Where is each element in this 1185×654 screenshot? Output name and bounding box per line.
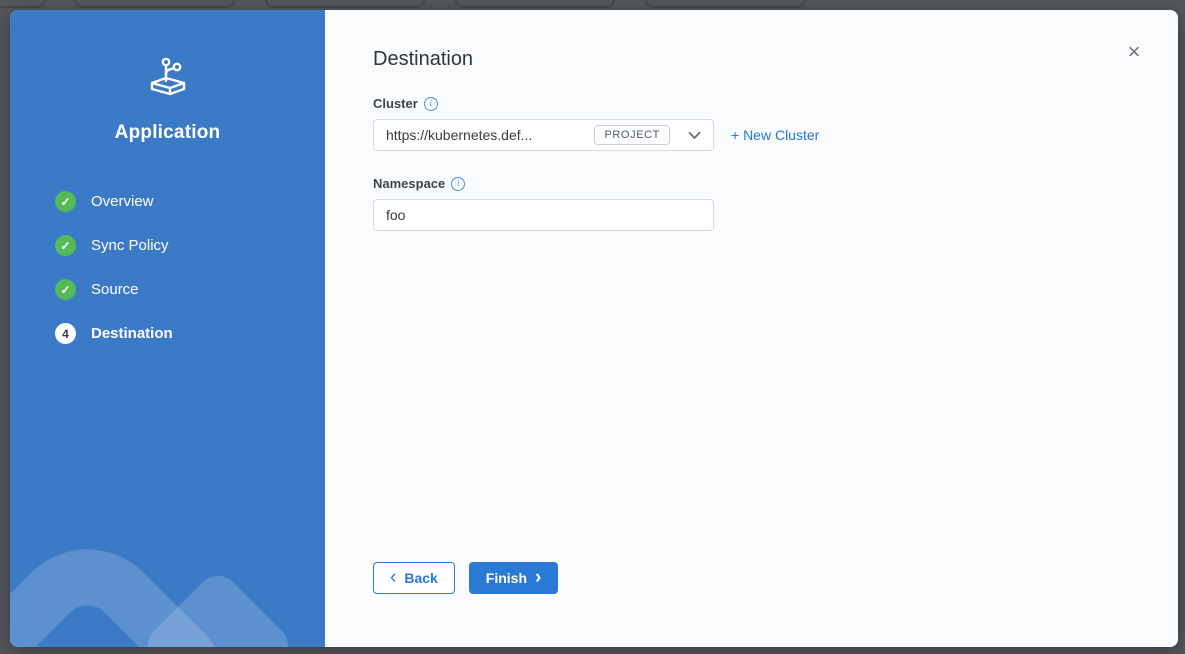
chevron-left-icon: ‹ — [390, 568, 396, 587]
close-button[interactable]: × — [1120, 38, 1148, 66]
close-icon: × — [1128, 39, 1141, 64]
wizard-sidebar: Application ✓ Overview ✓ Sync Policy ✓ S… — [10, 10, 325, 647]
page-title: Destination — [373, 48, 1130, 71]
step-number-badge: 4 — [55, 323, 76, 344]
cluster-select-value: https://kubernetes.def... — [386, 127, 594, 143]
check-icon: ✓ — [55, 235, 76, 256]
backdrop-tab — [0, 0, 45, 8]
cluster-label: Cluster — [373, 96, 418, 111]
new-cluster-link[interactable]: + New Cluster — [731, 127, 819, 143]
info-icon[interactable]: i — [424, 97, 438, 111]
finish-button[interactable]: Finish › — [469, 562, 559, 594]
backdrop-tab — [265, 0, 425, 8]
chevron-right-icon: › — [535, 568, 541, 587]
step-destination[interactable]: 4 Destination — [55, 323, 325, 344]
backdrop-tab — [645, 0, 805, 8]
namespace-label: Namespace — [373, 176, 445, 191]
namespace-input[interactable] — [373, 199, 714, 231]
back-button-label: Back — [404, 570, 437, 586]
step-source[interactable]: ✓ Source — [55, 279, 325, 300]
project-badge: PROJECT — [594, 125, 670, 145]
backdrop-tab — [75, 0, 235, 8]
application-box-icon — [145, 56, 191, 98]
wizard-title: Application — [10, 122, 325, 144]
step-sync-policy[interactable]: ✓ Sync Policy — [55, 235, 325, 256]
step-label: Destination — [91, 325, 173, 342]
back-button[interactable]: ‹ Back — [373, 562, 455, 594]
step-label: Overview — [91, 193, 154, 210]
step-label: Source — [91, 281, 139, 298]
wizard-steps: ✓ Overview ✓ Sync Policy ✓ Source 4 Dest… — [10, 191, 325, 344]
check-icon: ✓ — [55, 279, 76, 300]
backdrop-skeleton-tabs — [0, 0, 805, 8]
chevron-down-icon — [688, 131, 701, 140]
wizard-content-panel: × Destination Cluster i https://kubernet… — [325, 10, 1178, 647]
step-label: Sync Policy — [91, 237, 169, 254]
backdrop-tab — [455, 0, 615, 8]
check-icon: ✓ — [55, 191, 76, 212]
step-overview[interactable]: ✓ Overview — [55, 191, 325, 212]
wizard-footer: ‹ Back Finish › — [373, 562, 558, 594]
create-application-wizard-dialog: Application ✓ Overview ✓ Sync Policy ✓ S… — [10, 10, 1178, 647]
finish-button-label: Finish — [486, 570, 527, 586]
info-icon[interactable]: i — [451, 177, 465, 191]
cluster-select[interactable]: https://kubernetes.def... PROJECT — [373, 119, 714, 151]
